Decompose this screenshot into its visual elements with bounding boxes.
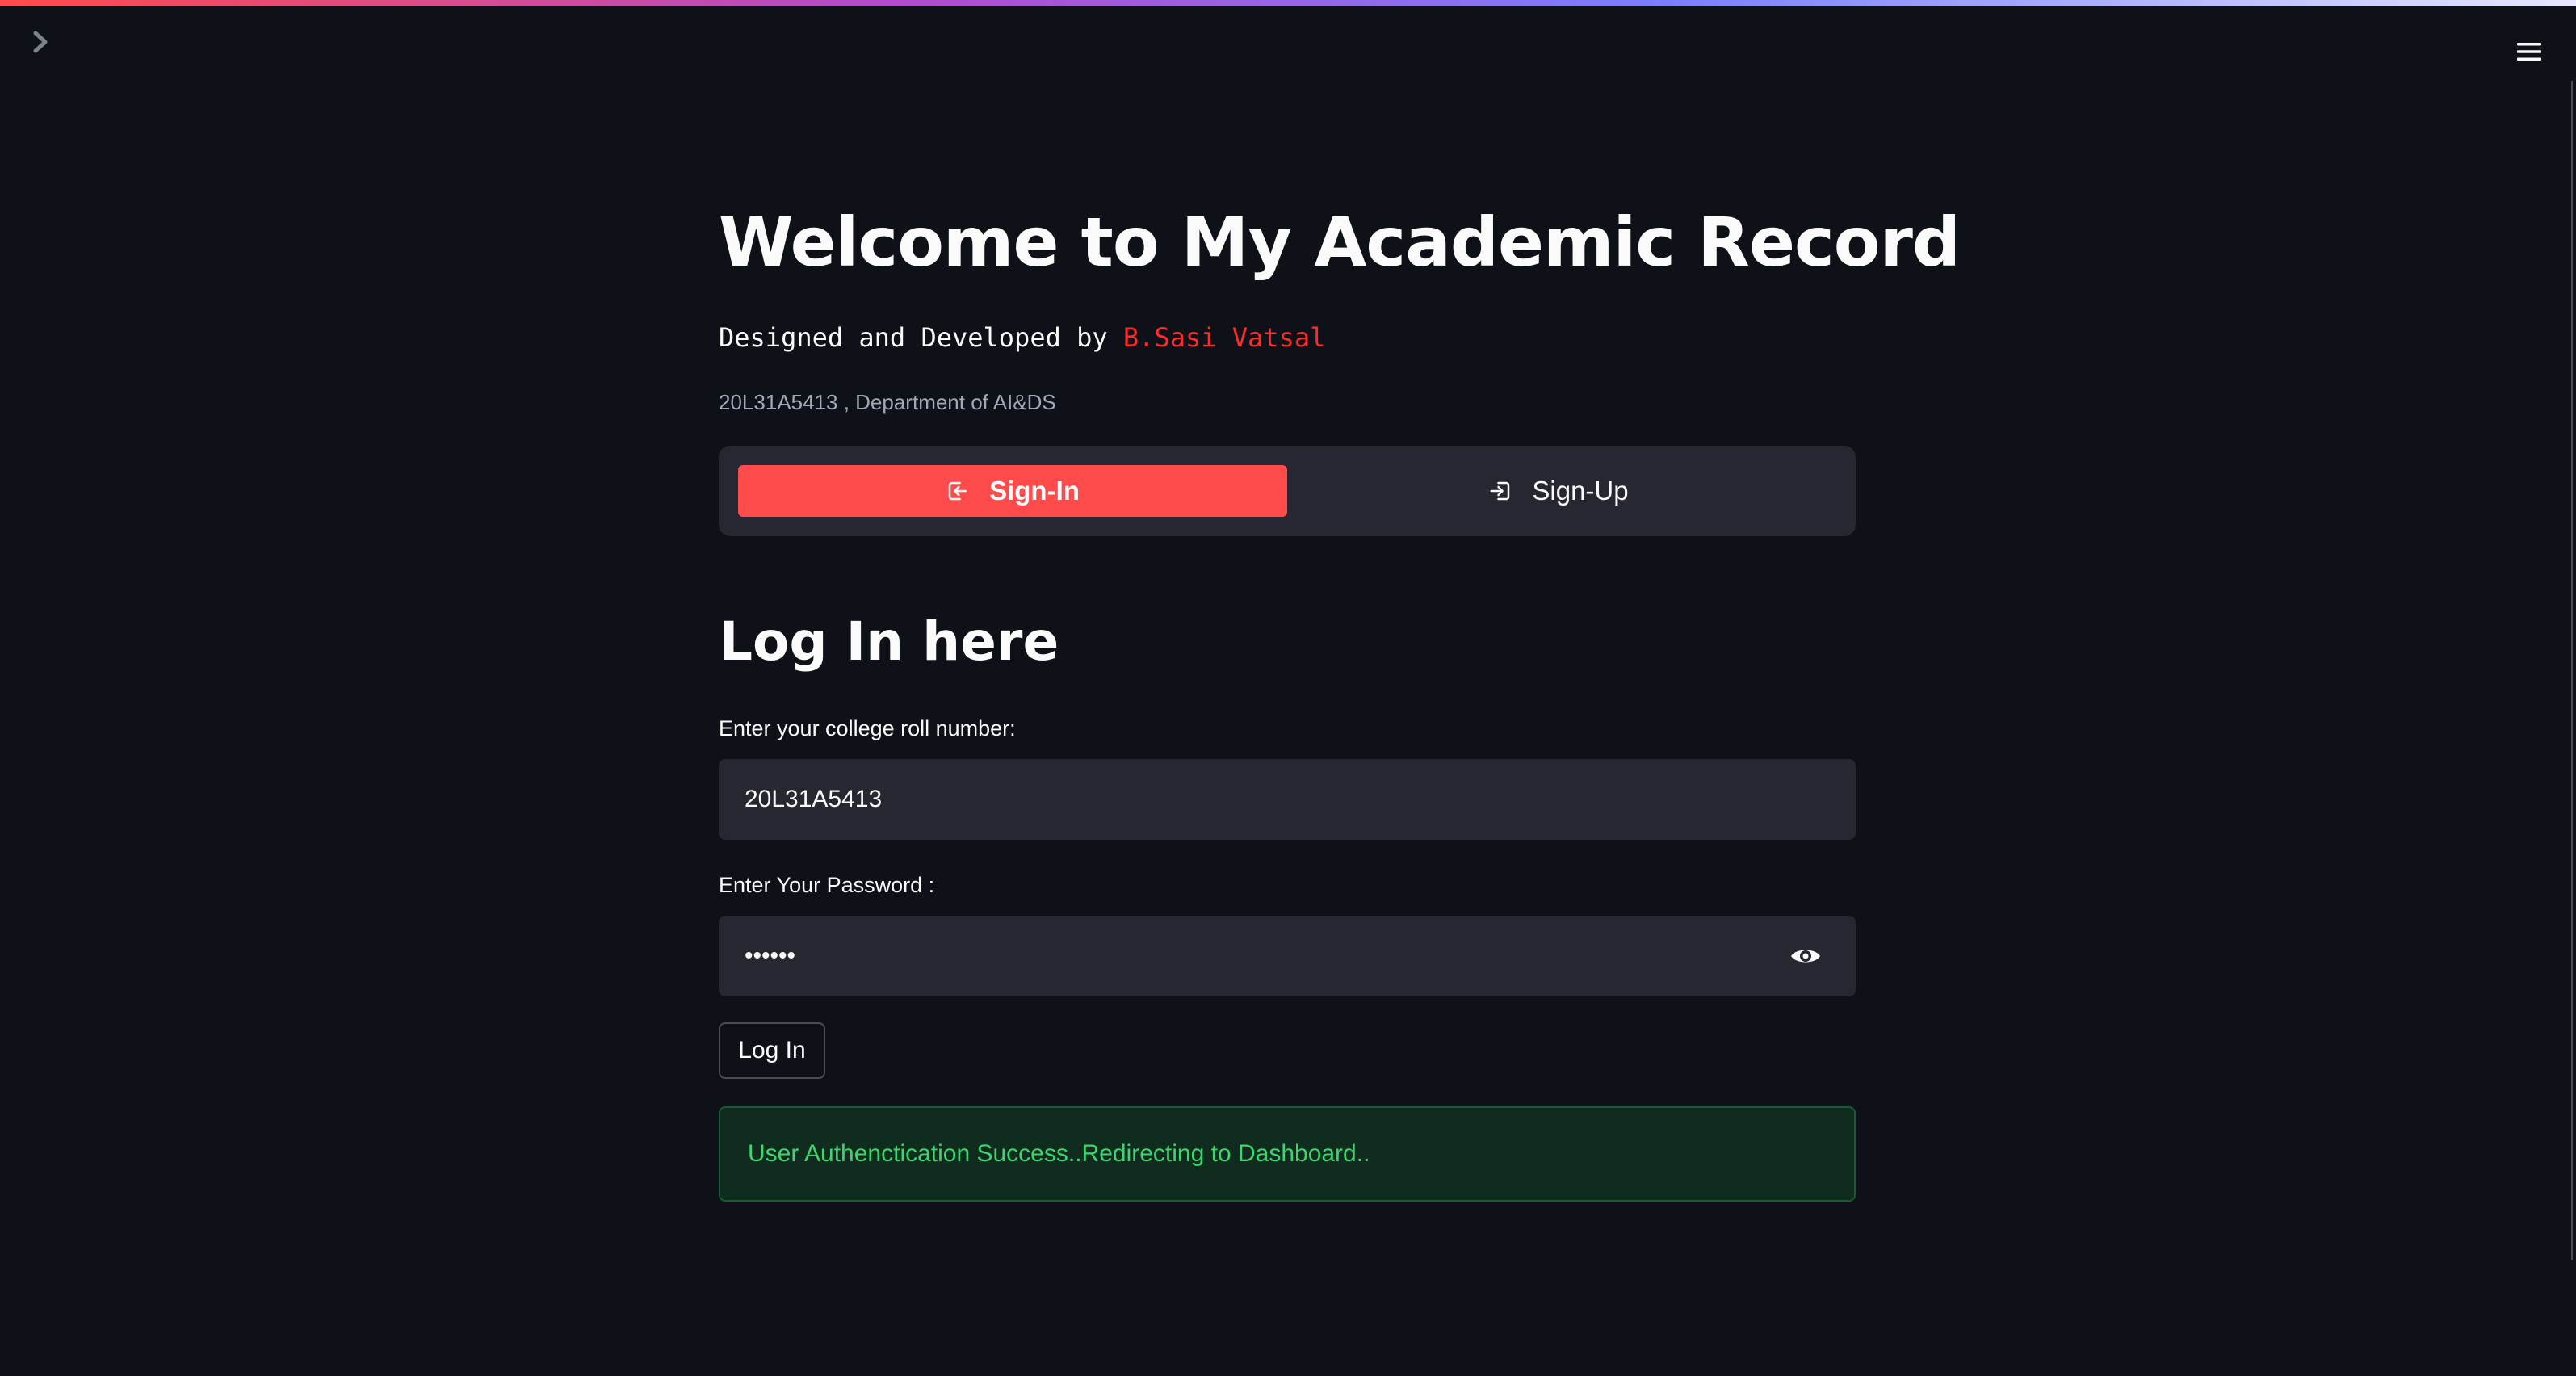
password-label: Enter Your Password : xyxy=(719,873,935,897)
tab-sign-in-label: Sign-In xyxy=(989,476,1080,506)
hamburger-menu-icon xyxy=(2517,43,2541,61)
sidebar-toggle-button[interactable] xyxy=(24,26,57,58)
sign-up-icon xyxy=(1490,481,1510,501)
roll-number-label: Enter your college roll number: xyxy=(719,716,1016,740)
tab-sign-in[interactable]: Sign-In xyxy=(738,465,1287,517)
department-caption: 20L31A5413 , Department of AI&DS xyxy=(719,390,1056,414)
chevron-right-icon xyxy=(33,31,48,53)
page-title: Welcome to My Academic Record xyxy=(719,203,1961,282)
auth-option-menu: Sign-In Sign-Up xyxy=(719,446,1856,536)
top-decoration-bar xyxy=(0,0,2576,6)
show-password-button[interactable] xyxy=(1788,940,1823,972)
success-message: User Authenctication Success..Redirectin… xyxy=(748,1140,1370,1167)
credits-line: Designed and Developed by B.Sasi Vatsal xyxy=(719,320,1325,355)
scrollbar[interactable] xyxy=(2571,81,2573,1260)
password-field xyxy=(719,916,1856,996)
credits-prefix: Designed and Developed by xyxy=(719,322,1123,353)
roll-number-field xyxy=(719,759,1856,840)
success-alert: User Authenctication Success..Redirectin… xyxy=(719,1106,1856,1202)
roll-number-input[interactable] xyxy=(719,759,1856,840)
login-heading: Log In here xyxy=(719,610,1059,673)
tab-sign-up-label: Sign-Up xyxy=(1532,476,1629,506)
author-name: B.Sasi Vatsal xyxy=(1122,322,1326,353)
sign-in-icon xyxy=(948,481,967,501)
password-input[interactable] xyxy=(719,916,1856,996)
main-menu-button[interactable] xyxy=(2511,34,2547,69)
login-button[interactable]: Log In xyxy=(719,1022,825,1079)
eye-icon xyxy=(1791,950,1820,963)
tab-sign-up[interactable]: Sign-Up xyxy=(1284,465,1833,517)
